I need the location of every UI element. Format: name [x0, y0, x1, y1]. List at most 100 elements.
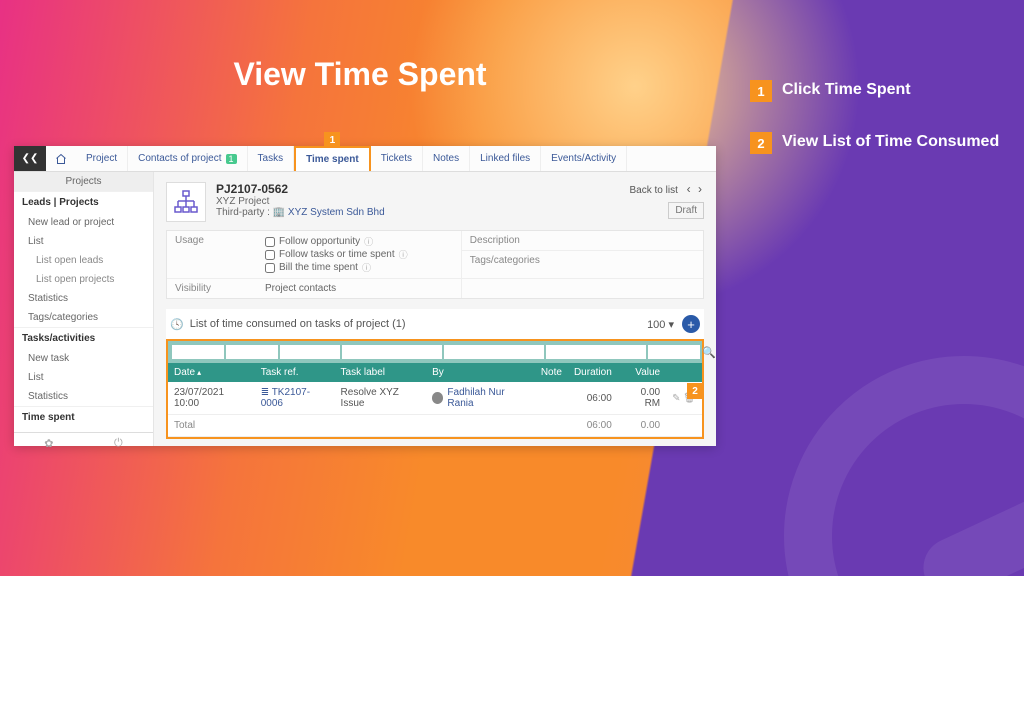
hierarchy-icon: [166, 182, 206, 222]
col-date[interactable]: Date: [168, 363, 255, 382]
col-task-ref[interactable]: Task ref.: [255, 363, 335, 382]
sidebar-item-statistics2[interactable]: Statistics: [14, 387, 153, 406]
col-value[interactable]: Value: [618, 363, 666, 382]
step-1: 1 Click Time Spent: [750, 80, 1000, 102]
info-icon[interactable]: ⓘ: [362, 261, 371, 274]
status-draft: Draft: [668, 202, 704, 219]
project-meta: Usage Follow opportunity ⓘ Follow tasks …: [166, 230, 704, 299]
filter-duration[interactable]: [648, 345, 700, 359]
tab-label: Time spent: [306, 154, 359, 165]
back-to-list-link[interactable]: Back to list: [630, 185, 678, 196]
tab-tickets[interactable]: Tickets: [371, 146, 423, 171]
step-2: 2 View List of Time Consumed: [750, 132, 1000, 154]
contacts-badge: 1: [226, 154, 237, 164]
chk-bill-time[interactable]: [265, 263, 275, 273]
sidebar-header: Projects: [14, 172, 153, 191]
next-icon[interactable]: ›: [698, 182, 704, 196]
meta-visibility-label: Visibility: [167, 279, 257, 298]
tab-notes[interactable]: Notes: [423, 146, 470, 171]
meta-description-label: Description: [462, 231, 552, 250]
col-task-label[interactable]: Task label: [335, 363, 427, 382]
tabs: Project Contacts of project 1 Tasks Time…: [76, 146, 627, 171]
third-party-link[interactable]: XYZ System Sdn Bhd: [288, 207, 385, 218]
cell-note: [535, 382, 568, 415]
steps-panel: 1 Click Time Spent 2 View List of Time C…: [750, 80, 1000, 184]
cell-task-label: Resolve XYZ Issue: [335, 382, 427, 415]
filter-taskref[interactable]: [280, 345, 340, 359]
col-note[interactable]: Note: [535, 363, 568, 382]
time-table-highlight: 2 🔍 ✕: [166, 339, 704, 439]
callout-marker-1: 1: [324, 132, 340, 148]
filter-date[interactable]: [172, 345, 224, 359]
filter-tasklabel[interactable]: [342, 345, 442, 359]
sidebar-section-time-spent[interactable]: Time spent: [14, 406, 153, 428]
avatar-icon: [432, 392, 443, 404]
power-icon[interactable]: ⏻: [114, 437, 123, 450]
search-icon[interactable]: 🔍: [702, 346, 716, 359]
meta-visibility-value: Project contacts: [257, 279, 461, 298]
gear-icon[interactable]: ✿: [44, 437, 53, 450]
tab-events[interactable]: Events/Activity: [541, 146, 627, 171]
collapse-icon[interactable]: ❮❮: [14, 146, 46, 171]
sidebar-section-leads: Leads | Projects: [14, 191, 153, 213]
info-icon[interactable]: ⓘ: [399, 248, 408, 261]
cell-duration: 06:00: [568, 382, 618, 415]
clock-icon: 🕓: [170, 318, 184, 331]
filter-date2[interactable]: [226, 345, 278, 359]
filter-row: 🔍 ✕: [168, 341, 702, 363]
content-area: PJ2107-0562 XYZ Project Third-party : 🏢 …: [154, 172, 716, 446]
time-list-block: 🕓 List of time consumed on tasks of proj…: [166, 309, 704, 439]
chk-follow-opportunity[interactable]: [265, 237, 275, 247]
step-text: Click Time Spent: [782, 80, 911, 102]
sidebar-item-list[interactable]: List: [14, 232, 153, 251]
filter-by[interactable]: [444, 345, 544, 359]
sidebar-footer: ✿ ⏻: [14, 432, 153, 454]
page-size[interactable]: 100 ▾: [647, 318, 674, 331]
sidebar-section-tasks: Tasks/activities: [14, 327, 153, 349]
third-party-label: Third-party :: [216, 207, 270, 218]
tab-project[interactable]: Project: [76, 146, 128, 171]
slide-title: View Time Spent: [0, 56, 720, 93]
col-by[interactable]: By: [426, 363, 535, 382]
meta-usage-label: Usage: [167, 231, 257, 278]
sidebar-item-list2[interactable]: List: [14, 368, 153, 387]
sidebar-item-open-leads[interactable]: List open leads: [14, 251, 153, 270]
project-header: PJ2107-0562 XYZ Project Third-party : 🏢 …: [166, 182, 704, 222]
project-code: PJ2107-0562: [216, 182, 620, 196]
top-bar: ❮❮ Project Contacts of project 1 Tasks T…: [14, 146, 716, 172]
step-number: 1: [750, 80, 772, 102]
sidebar-item-open-projects[interactable]: List open projects: [14, 270, 153, 289]
edit-icon[interactable]: ✎: [672, 393, 680, 404]
sidebar-item-new-lead[interactable]: New lead or project: [14, 213, 153, 232]
sidebar-item-new-task[interactable]: New task: [14, 349, 153, 368]
chk-follow-tasks[interactable]: [265, 250, 275, 260]
cell-date: 23/07/2021 10:00: [168, 382, 255, 415]
callout-marker-2: 2: [687, 383, 703, 399]
cell-by[interactable]: Fadhilah Nur Rania: [447, 387, 528, 409]
app-screenshot: ❮❮ Project Contacts of project 1 Tasks T…: [14, 146, 716, 446]
tab-contacts[interactable]: Contacts of project 1: [128, 146, 247, 171]
footer-duration: 06:00: [568, 415, 618, 437]
tab-tasks[interactable]: Tasks: [248, 146, 295, 171]
footer-label: Total: [168, 415, 255, 437]
cell-value: 0.00 RM: [618, 382, 666, 415]
list-title: List of time consumed on tasks of projec…: [190, 318, 406, 330]
add-button[interactable]: +: [682, 315, 700, 333]
tab-label: Contacts of project: [138, 153, 221, 164]
filter-note[interactable]: [546, 345, 646, 359]
sidebar: Projects Leads | Projects New lead or pr…: [14, 172, 154, 446]
sidebar-item-tags[interactable]: Tags/categories: [14, 308, 153, 327]
cell-task-ref[interactable]: TK2107-0006: [261, 387, 310, 409]
info-icon[interactable]: ⓘ: [364, 235, 373, 248]
sidebar-item-statistics[interactable]: Statistics: [14, 289, 153, 308]
home-icon[interactable]: [46, 146, 76, 171]
project-name: XYZ Project: [216, 196, 620, 207]
table-row[interactable]: 23/07/2021 10:00 ≣ TK2107-0006 Resolve X…: [168, 382, 702, 415]
meta-tags-label: Tags/categories: [462, 251, 552, 270]
prev-icon[interactable]: ‹: [687, 182, 693, 196]
list-icon: ≣: [261, 387, 269, 398]
col-duration[interactable]: Duration: [568, 363, 618, 382]
tab-linked-files[interactable]: Linked files: [470, 146, 541, 171]
tab-time-spent[interactable]: Time spent 1: [294, 146, 371, 171]
footer-value: 0.00: [618, 415, 666, 437]
